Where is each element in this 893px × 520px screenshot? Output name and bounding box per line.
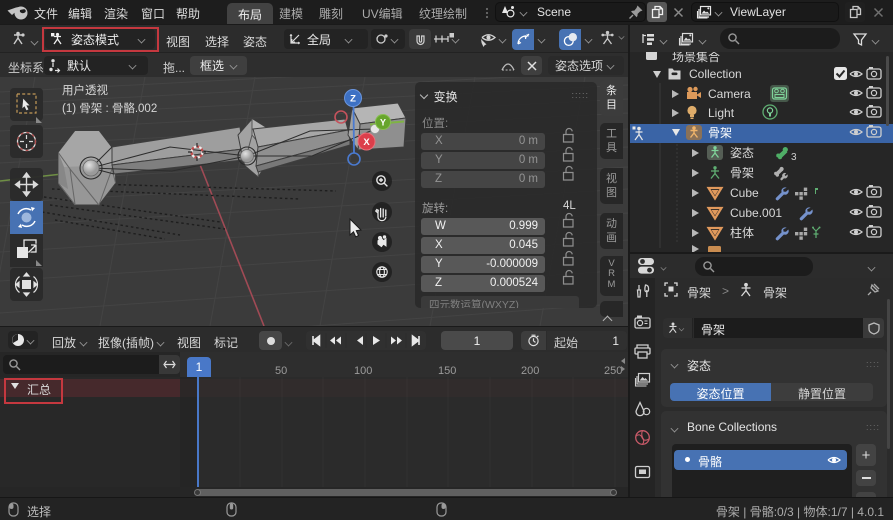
svg-text:Y: Y <box>380 118 386 128</box>
svg-text:Collection: Collection <box>689 67 742 81</box>
svg-text:Cube.001: Cube.001 <box>730 206 782 220</box>
svg-text:骨架: 骨架 <box>730 166 754 180</box>
svg-text:X: X <box>363 137 370 148</box>
svg-text:Camera: Camera <box>708 87 751 101</box>
svg-text:姿态: 姿态 <box>730 146 754 160</box>
svg-text:场景集合: 场景集合 <box>672 52 720 64</box>
svg-text:3: 3 <box>791 152 797 163</box>
svg-text:Z: Z <box>350 94 356 105</box>
svg-text:Light: Light <box>708 106 735 120</box>
svg-text:柱体: 柱体 <box>730 225 754 240</box>
svg-text:Cube: Cube <box>730 186 759 200</box>
svg-text:骨架: 骨架 <box>708 126 732 140</box>
